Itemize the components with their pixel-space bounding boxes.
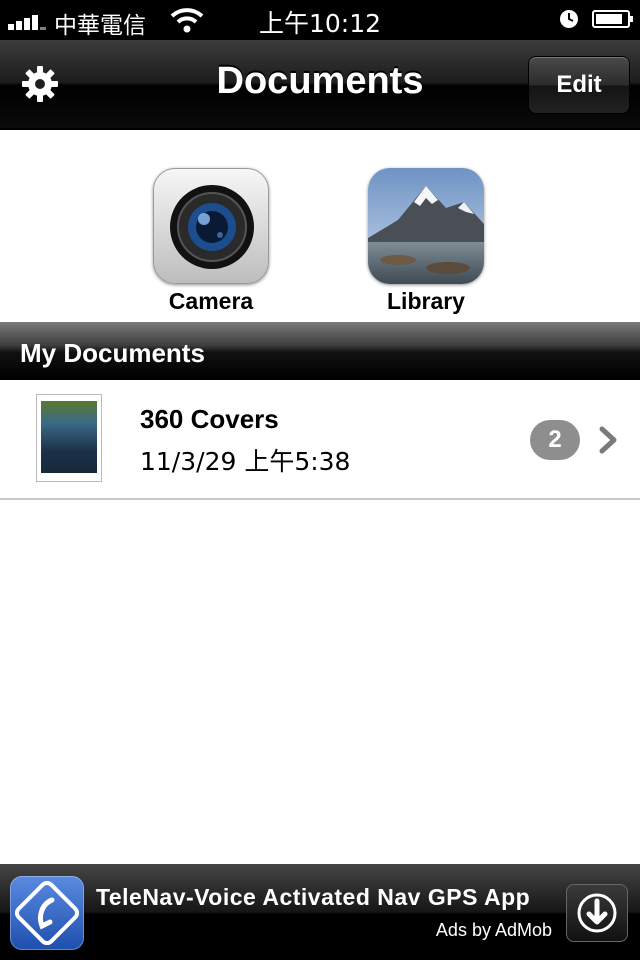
section-title: My Documents [20,338,205,368]
library-source-button[interactable]: Library [346,168,506,315]
document-date: 11/3/29 上午5:38 [140,447,351,476]
list-item[interactable]: 360 Covers 11/3/29 上午5:38 2 [0,380,640,500]
status-bar: 中華電信 上午10:12 [0,0,640,40]
alarm-clock-icon [560,10,578,28]
chevron-right-icon[interactable] [598,426,620,454]
section-header: My Documents [0,322,640,380]
telenav-app-icon[interactable] [10,876,84,950]
ad-banner[interactable]: TeleNav-Voice Activated Nav GPS App Ads … [0,864,640,960]
document-title: 360 Covers [140,404,279,434]
navigation-bar: Documents Edit [0,40,640,130]
download-button[interactable] [566,884,628,942]
document-sources: Camera Library [0,130,640,322]
photo-library-icon[interactable] [368,168,484,284]
download-arrow-icon [577,893,617,933]
ad-attribution: Ads by AdMob [435,920,552,940]
edit-button[interactable]: Edit [528,56,630,114]
ad-title[interactable]: TeleNav-Voice Activated Nav GPS App [96,884,530,911]
battery-icon [592,10,633,28]
page-count-badge: 2 [530,420,580,460]
document-thumbnail [36,394,102,482]
library-label: Library [387,288,465,314]
camera-label: Camera [168,288,254,314]
status-time: 上午10:12 [258,9,382,38]
camera-icon[interactable] [153,168,269,284]
camera-source-button[interactable]: Camera [131,168,291,315]
